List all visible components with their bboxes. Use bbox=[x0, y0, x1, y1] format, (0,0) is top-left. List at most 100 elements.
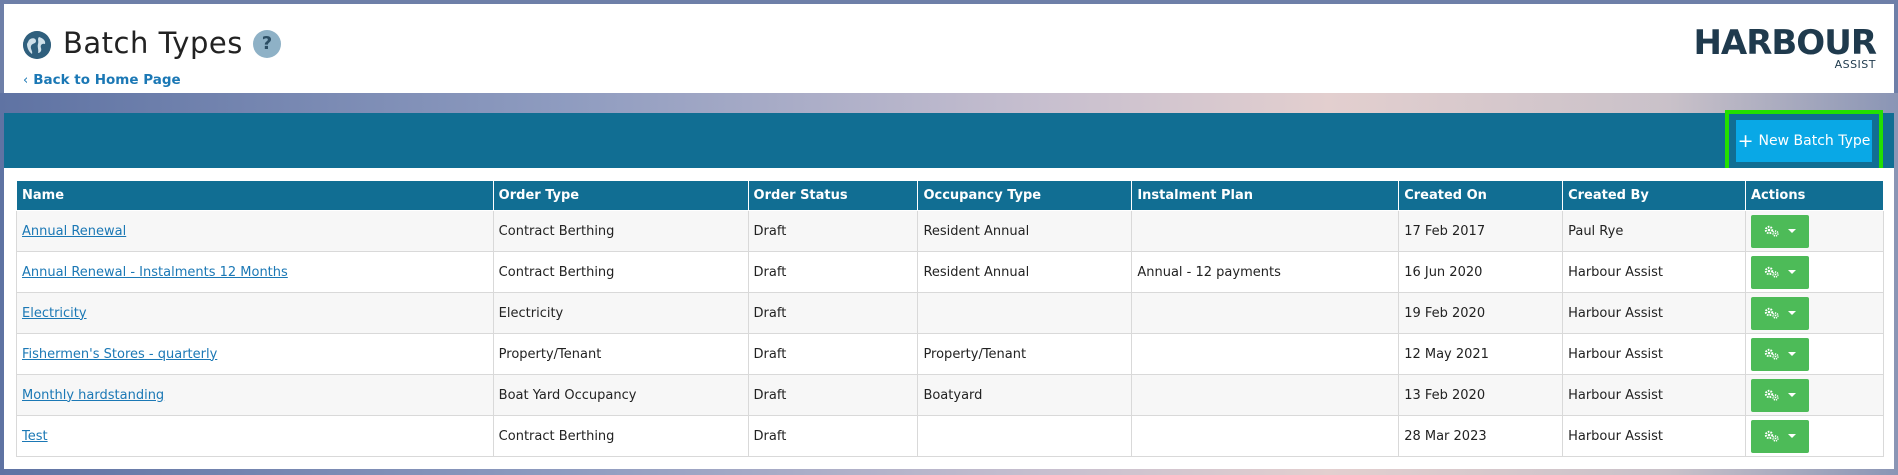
batch-type-link[interactable]: Annual Renewal bbox=[22, 224, 126, 239]
batch-type-link[interactable]: Monthly hardstanding bbox=[22, 388, 164, 403]
table-row: Fishermen's Stores - quarterly Property/T… bbox=[16, 333, 1885, 375]
caret-down-icon bbox=[1787, 270, 1796, 274]
cell-order-type: Boat Yard Occupancy bbox=[492, 374, 749, 416]
caret-down-icon bbox=[1787, 352, 1796, 356]
table-row: Annual Renewal Contract Berthing Draft Resi… bbox=[16, 210, 1885, 252]
cell-instalment-plan bbox=[1131, 374, 1400, 416]
back-to-home-link[interactable]: ‹ Back to Home Page bbox=[23, 72, 181, 88]
actions-dropdown-button[interactable] bbox=[1750, 419, 1809, 453]
cell-created-on: 19 Feb 2020 bbox=[1398, 292, 1564, 334]
gears-icon bbox=[1764, 307, 1779, 319]
cell-occupancy-type: Resident Annual bbox=[917, 210, 1133, 252]
actions-dropdown-button[interactable] bbox=[1750, 296, 1809, 330]
column-header-actions: Actions bbox=[1744, 180, 1885, 211]
table-panel: Name Order Type Order Status Occupancy T… bbox=[4, 168, 1894, 469]
cell-created-on: 28 Mar 2023 bbox=[1398, 415, 1564, 457]
plus-icon: + bbox=[1737, 129, 1754, 152]
cell-order-status: Draft bbox=[747, 415, 919, 457]
page-title: Batch Types bbox=[63, 26, 243, 60]
cell-instalment-plan bbox=[1131, 333, 1400, 375]
table-row: Test Contract Berthing Draft 28 Mar 2023 Har… bbox=[16, 415, 1885, 457]
cell-created-by: Paul Rye bbox=[1562, 210, 1746, 252]
batch-type-link[interactable]: Electricity bbox=[22, 306, 87, 321]
cell-instalment-plan bbox=[1131, 292, 1400, 334]
cell-occupancy-type: Property/Tenant bbox=[917, 333, 1133, 375]
column-header-instalment-plan[interactable]: Instalment Plan bbox=[1131, 180, 1400, 211]
cell-order-type: Contract Berthing bbox=[492, 415, 749, 457]
help-icon[interactable]: ? bbox=[253, 30, 281, 58]
cell-order-status: Draft bbox=[747, 374, 919, 416]
batch-type-link[interactable]: Annual Renewal - Instalments 12 Months bbox=[22, 265, 288, 280]
batch-types-table: Name Order Type Order Status Occupancy T… bbox=[16, 180, 1885, 457]
column-header-name[interactable]: Name bbox=[16, 180, 494, 211]
cell-name: Annual Renewal - Instalments 12 Months bbox=[16, 251, 494, 293]
actions-dropdown-button[interactable] bbox=[1750, 378, 1809, 412]
cell-created-on: 12 May 2021 bbox=[1398, 333, 1564, 375]
gears-icon bbox=[1764, 225, 1779, 237]
caret-down-icon bbox=[1787, 434, 1796, 438]
cell-instalment-plan bbox=[1131, 415, 1400, 457]
chevron-left-icon: ‹ bbox=[23, 72, 29, 88]
cell-created-on: 16 Jun 2020 bbox=[1398, 251, 1564, 293]
back-link-label: Back to Home Page bbox=[33, 72, 181, 88]
cell-name: Annual Renewal bbox=[16, 210, 494, 252]
cell-order-status: Draft bbox=[747, 251, 919, 293]
cell-actions bbox=[1744, 251, 1885, 293]
caret-down-icon bbox=[1787, 229, 1796, 233]
cell-order-status: Draft bbox=[747, 292, 919, 334]
cell-name: Electricity bbox=[16, 292, 494, 334]
cell-created-on: 13 Feb 2020 bbox=[1398, 374, 1564, 416]
column-header-created-by[interactable]: Created By bbox=[1562, 180, 1746, 211]
column-header-order-status[interactable]: Order Status bbox=[747, 180, 919, 211]
cell-order-type: Contract Berthing bbox=[492, 251, 749, 293]
cell-order-status: Draft bbox=[747, 333, 919, 375]
globe-icon bbox=[23, 31, 51, 59]
cell-created-by: Harbour Assist bbox=[1562, 251, 1746, 293]
cell-occupancy-type bbox=[917, 415, 1133, 457]
caret-down-icon bbox=[1787, 393, 1796, 397]
cell-occupancy-type: Resident Annual bbox=[917, 251, 1133, 293]
toolbar-band bbox=[4, 113, 1894, 168]
cell-order-type: Contract Berthing bbox=[492, 210, 749, 252]
cell-order-type: Electricity bbox=[492, 292, 749, 334]
cell-name: Monthly hardstanding bbox=[16, 374, 494, 416]
cell-created-on: 17 Feb 2017 bbox=[1398, 210, 1564, 252]
harbour-assist-logo: HARBOUR ASSIST bbox=[1693, 23, 1877, 71]
cell-created-by: Harbour Assist bbox=[1562, 374, 1746, 416]
gears-icon bbox=[1764, 266, 1779, 278]
actions-dropdown-button[interactable] bbox=[1750, 255, 1809, 289]
table-header-row: Name Order Type Order Status Occupancy T… bbox=[16, 180, 1885, 211]
gears-icon bbox=[1764, 430, 1779, 442]
column-header-occupancy-type[interactable]: Occupancy Type bbox=[917, 180, 1133, 211]
gears-icon bbox=[1764, 348, 1779, 360]
cell-order-status: Draft bbox=[747, 210, 919, 252]
cell-actions bbox=[1744, 292, 1885, 334]
table-row: Monthly hardstanding Boat Yard Occupancy D… bbox=[16, 374, 1885, 416]
table-row: Electricity Electricity Draft 19 Feb 2020 Ha… bbox=[16, 292, 1885, 334]
actions-dropdown-button[interactable] bbox=[1750, 337, 1809, 371]
cell-actions bbox=[1744, 415, 1885, 457]
new-batch-type-label: New Batch Type bbox=[1758, 133, 1871, 149]
logo-main-text: HARBOUR bbox=[1693, 23, 1877, 63]
cell-instalment-plan: Annual - 12 payments bbox=[1131, 251, 1400, 293]
column-header-order-type[interactable]: Order Type bbox=[492, 180, 749, 211]
cell-instalment-plan bbox=[1131, 210, 1400, 252]
cell-name: Fishermen's Stores - quarterly bbox=[16, 333, 494, 375]
batch-type-link[interactable]: Fishermen's Stores - quarterly bbox=[22, 347, 217, 362]
caret-down-icon bbox=[1787, 311, 1796, 315]
cell-actions bbox=[1744, 374, 1885, 416]
page-header: Batch Types ? ‹ Back to Home Page HARBOU… bbox=[0, 0, 1898, 93]
cell-created-by: Harbour Assist bbox=[1562, 415, 1746, 457]
cell-occupancy-type: Boatyard bbox=[917, 374, 1133, 416]
new-button-highlight: + New Batch Type bbox=[1725, 110, 1883, 172]
table-row: Annual Renewal - Instalments 12 Months Co… bbox=[16, 251, 1885, 293]
cell-actions bbox=[1744, 333, 1885, 375]
new-batch-type-button[interactable]: + New Batch Type bbox=[1736, 120, 1872, 162]
gears-icon bbox=[1764, 389, 1779, 401]
actions-dropdown-button[interactable] bbox=[1750, 214, 1809, 248]
cell-actions bbox=[1744, 210, 1885, 252]
cell-created-by: Harbour Assist bbox=[1562, 292, 1746, 334]
batch-type-link[interactable]: Test bbox=[22, 429, 48, 444]
column-header-created-on[interactable]: Created On bbox=[1398, 180, 1564, 211]
cell-order-type: Property/Tenant bbox=[492, 333, 749, 375]
